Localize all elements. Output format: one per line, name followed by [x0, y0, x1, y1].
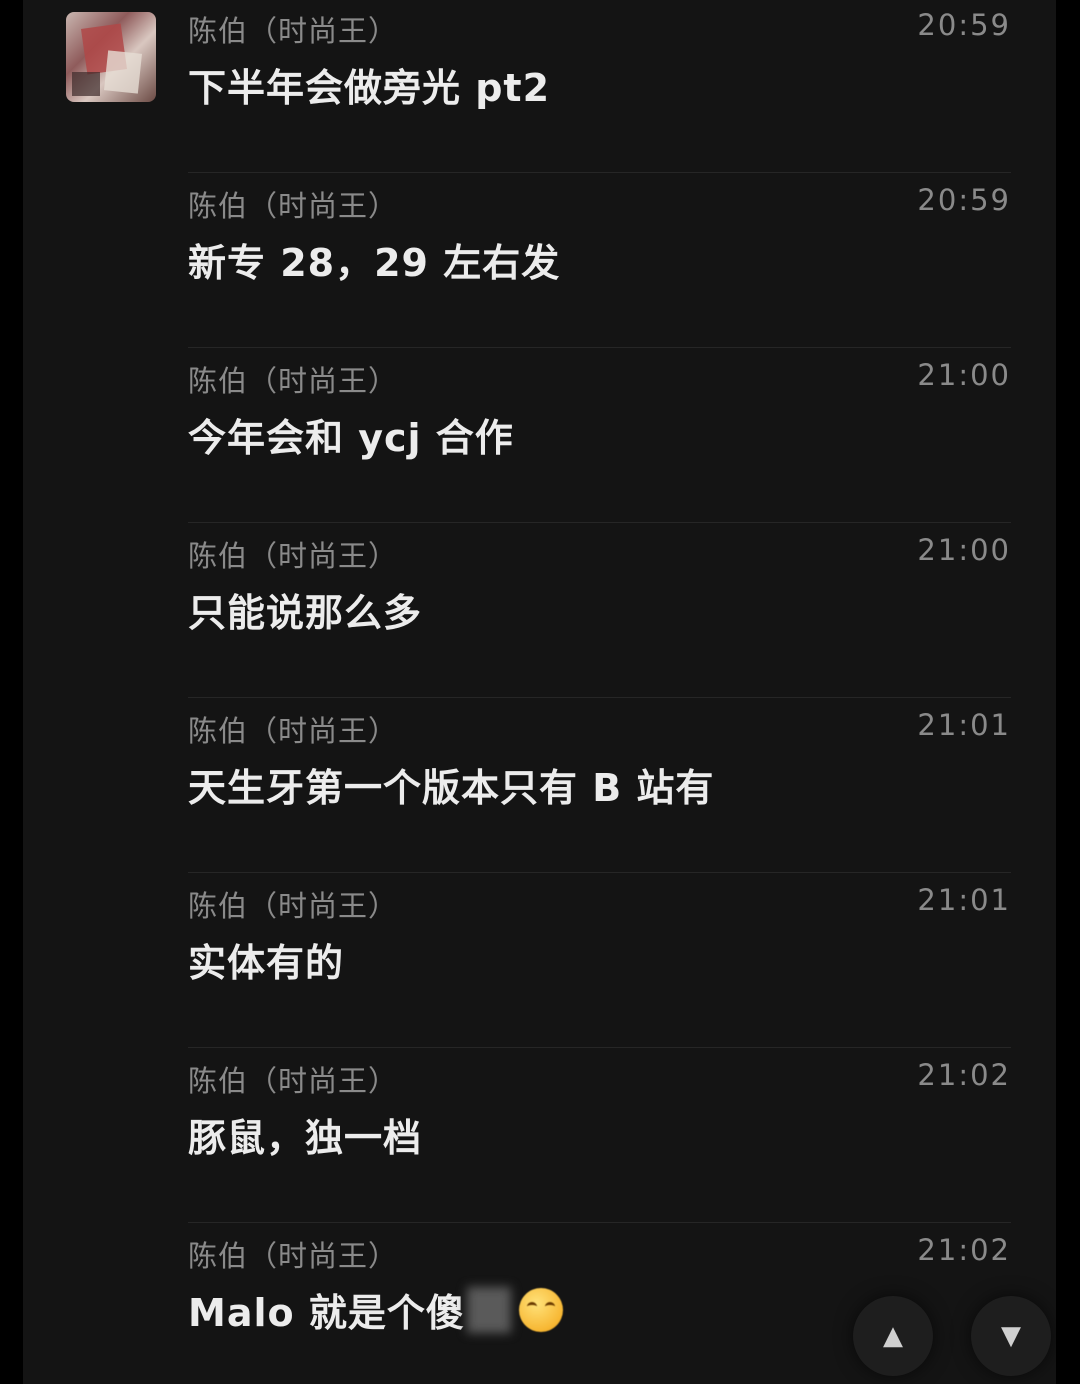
- message-divider: [188, 522, 1011, 523]
- message-text: 天生牙第一个版本只有 B 站有: [188, 766, 715, 810]
- message-sender: 陈伯（时尚王）: [188, 364, 399, 398]
- chat-message[interactable]: 陈伯（时尚王） 21:02 豚鼠，独一档: [23, 1050, 1056, 1225]
- message-divider: [188, 172, 1011, 173]
- message-divider: [188, 347, 1011, 348]
- message-text: 下半年会做旁光 pt2: [188, 66, 551, 110]
- message-divider: [188, 1222, 1011, 1223]
- message-divider: [188, 1047, 1011, 1048]
- message-sender: 陈伯（时尚王）: [188, 1239, 399, 1273]
- redaction-blur: [466, 1286, 511, 1333]
- message-sender: 陈伯（时尚王）: [188, 14, 399, 48]
- message-sender: 陈伯（时尚王）: [188, 539, 399, 573]
- scroll-down-icon[interactable]: ▼: [971, 1296, 1051, 1376]
- chat-message[interactable]: 陈伯（时尚王） 21:01 天生牙第一个版本只有 B 站有: [23, 700, 1056, 875]
- message-text: 豚鼠，独一档: [188, 1116, 423, 1160]
- message-divider: [188, 872, 1011, 873]
- message-text: 实体有的: [188, 941, 345, 985]
- chat-panel: 陈伯（时尚王） 20:59 下半年会做旁光 pt2 陈伯（时尚王） 20:59 …: [23, 0, 1056, 1384]
- face-with-tears-of-joy-icon: [518, 1287, 563, 1332]
- chat-message[interactable]: 陈伯（时尚王） 20:59 下半年会做旁光 pt2: [23, 0, 1056, 175]
- message-sender: 陈伯（时尚王）: [188, 189, 399, 223]
- chat-message[interactable]: 陈伯（时尚王） 20:59 新专 28，29 左右发: [23, 175, 1056, 350]
- chat-message[interactable]: 陈伯（时尚王） 21:00 今年会和 ycj 合作: [23, 350, 1056, 525]
- message-time: 21:01: [917, 708, 1011, 742]
- message-time: 21:00: [917, 533, 1011, 567]
- message-sender: 陈伯（时尚王）: [188, 714, 399, 748]
- message-time: 20:59: [917, 8, 1011, 42]
- message-text: Malo 就是个傻: [188, 1282, 563, 1337]
- message-time: 21:02: [917, 1233, 1011, 1267]
- message-divider: [188, 697, 1011, 698]
- message-time: 21:02: [917, 1058, 1011, 1092]
- message-time: 20:59: [917, 183, 1011, 217]
- message-text: 今年会和 ycj 合作: [188, 416, 514, 460]
- chat-message[interactable]: 陈伯（时尚王） 21:00 只能说那么多: [23, 525, 1056, 700]
- message-text-part: Malo 就是个傻: [188, 1291, 465, 1335]
- chat-message[interactable]: 陈伯（时尚王） 21:01 实体有的: [23, 875, 1056, 1050]
- message-text: 只能说那么多: [188, 591, 423, 635]
- message-sender: 陈伯（时尚王）: [188, 1064, 399, 1098]
- scroll-up-icon[interactable]: ▲: [853, 1296, 933, 1376]
- message-time: 21:00: [917, 358, 1011, 392]
- message-sender: 陈伯（时尚王）: [188, 889, 399, 923]
- message-text: 新专 28，29 左右发: [188, 241, 561, 285]
- message-time: 21:01: [917, 883, 1011, 917]
